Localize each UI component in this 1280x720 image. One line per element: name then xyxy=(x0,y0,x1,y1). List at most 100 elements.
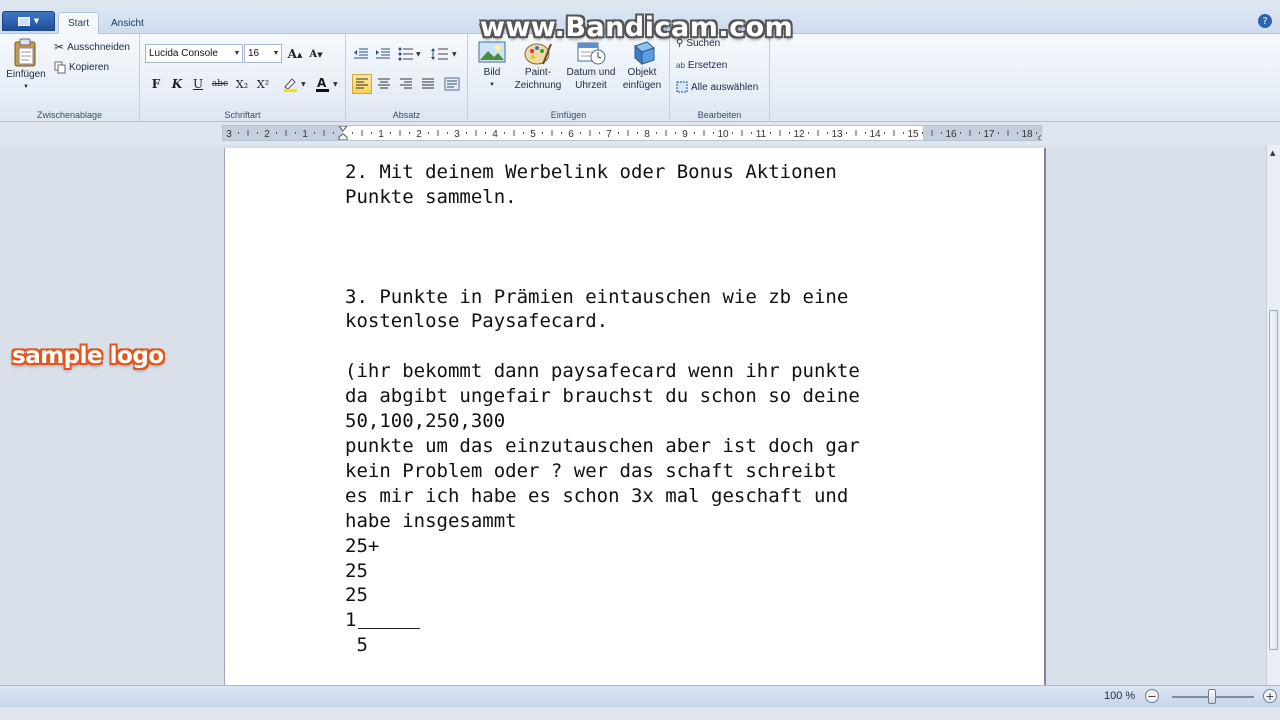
document-line: es mir ich habe es schon 3x mal geschaft… xyxy=(345,484,849,507)
object-icon xyxy=(634,41,655,66)
subscript-button[interactable]: X₂ xyxy=(232,74,252,94)
tab-start[interactable]: Start xyxy=(58,12,100,34)
svg-text:▼: ▼ xyxy=(416,51,421,58)
zoom-level: 100 % xyxy=(1104,690,1136,702)
vertical-scrollbar[interactable]: ▲ xyxy=(1266,145,1280,685)
chevron-down-icon: ▼ xyxy=(233,50,241,57)
decrease-indent-button[interactable] xyxy=(351,44,371,64)
ruler-label: 2 xyxy=(416,129,422,140)
file-menu-button[interactable]: ▼ xyxy=(2,11,55,31)
paragraph-group-label: Absatz xyxy=(392,110,421,120)
svg-text:▼: ▼ xyxy=(452,51,457,58)
editing-group: ⚲ Suchen ab Ersetzen Alle auswählen Bear… xyxy=(670,34,770,122)
font-size-select[interactable]: 16 ▼ xyxy=(244,44,282,63)
date-time-button[interactable]: Datum und Uhrzeit xyxy=(564,40,618,92)
sample-logo: sample logo xyxy=(12,343,164,369)
zoom-out-button[interactable]: − xyxy=(1145,689,1159,703)
document-line: kein Problem oder ? wer das schaft schre… xyxy=(345,459,837,482)
justify-button[interactable] xyxy=(418,74,438,94)
font-color-icon: A ▼ xyxy=(316,76,338,92)
select-all-button[interactable]: Alle auswählen xyxy=(676,81,758,93)
highlighter-icon: ▼ xyxy=(284,78,306,92)
copy-icon xyxy=(54,61,66,74)
clipboard-group-label: Zwischenablage xyxy=(36,110,103,120)
font-color-button[interactable]: A ▼ xyxy=(312,74,342,94)
first-line-indent-marker[interactable] xyxy=(338,126,348,132)
document-text[interactable]: 2. Mit deinem Werbelink oder Bonus Aktio… xyxy=(345,160,985,658)
document-line: 25 xyxy=(345,559,368,582)
document-line: 1 xyxy=(345,608,985,633)
paint-drawing-button[interactable]: Paint- Zeichnung xyxy=(512,40,564,92)
paragraph-dialog-button[interactable] xyxy=(442,74,462,94)
highlight-button[interactable]: ▼ xyxy=(280,74,310,94)
select-all-icon xyxy=(676,81,688,93)
zoom-in-button[interactable]: + xyxy=(1263,689,1277,703)
right-indent-marker[interactable] xyxy=(1038,134,1041,140)
insert-object-button[interactable]: Objekt einfügen xyxy=(618,40,666,92)
increase-indent-button[interactable] xyxy=(373,44,393,64)
italic-button[interactable]: K xyxy=(167,74,187,94)
sum-underline xyxy=(358,628,421,630)
document-icon xyxy=(17,16,30,26)
font-name-value: Lucida Console xyxy=(149,48,218,59)
zoom-slider-thumb[interactable] xyxy=(1208,689,1216,704)
document-line: 2. Mit deinem Werbelink oder Bonus Aktio… xyxy=(345,161,837,183)
clipboard-group: Einfügen ▼ ✂ Ausschneiden Kopieren Zwisc… xyxy=(0,34,140,122)
copy-label: Kopieren xyxy=(69,62,110,73)
superscript-button[interactable]: X² xyxy=(253,74,273,94)
ruler-label: 5 xyxy=(530,129,536,140)
grow-font-button[interactable]: A ▲ xyxy=(285,44,305,64)
help-icon[interactable]: ? xyxy=(1258,14,1272,28)
copy-button[interactable]: Kopieren xyxy=(54,61,109,74)
wordpad-window: ▼ Start Ansicht ? Einfügen ▼ ✂ Ausschnei… xyxy=(0,0,1280,720)
ruler-label: 9 xyxy=(682,129,688,140)
font-group-label: Schriftart xyxy=(224,110,261,120)
justify-icon xyxy=(422,78,434,89)
ruler-label: 3 xyxy=(454,129,460,140)
ruler-label: 3 xyxy=(226,129,232,140)
document-line: 25 xyxy=(345,584,368,607)
insert-picture-button[interactable]: Bild ▼ xyxy=(474,40,510,92)
document-line: (ihr bekommt dann paysafecard wenn ihr p… xyxy=(345,360,860,383)
insert-group-label: Einfügen xyxy=(550,110,587,120)
shrink-font-button[interactable]: A ▼ xyxy=(306,44,326,64)
document-line: habe insgesammt xyxy=(345,509,517,532)
document-page[interactable]: 2. Mit deinem Werbelink oder Bonus Aktio… xyxy=(224,148,1046,688)
left-indent-marker[interactable] xyxy=(338,133,348,140)
underline-button[interactable]: U xyxy=(188,74,208,94)
paste-button[interactable]: Einfügen ▼ xyxy=(4,38,48,94)
tab-ansicht[interactable]: Ansicht xyxy=(102,12,153,34)
insert-picture-label: Bild xyxy=(483,67,501,78)
paste-label: Einfügen xyxy=(6,69,46,80)
horizontal-ruler[interactable]: 3 2 1 1 2 3 4 5 6 7 8 9 10 11 12 13 14 15 16 17 18 xyxy=(222,125,1042,141)
chevron-down-icon: ▼ xyxy=(23,84,29,90)
bold-button[interactable]: F xyxy=(146,74,166,94)
decrease-indent-icon xyxy=(354,48,368,59)
ruler-label: 7 xyxy=(606,129,612,140)
list-button[interactable]: ▼ xyxy=(397,44,425,64)
line-spacing-button[interactable]: ▼ xyxy=(429,44,461,64)
replace-label: Ersetzen xyxy=(687,60,728,71)
strikethrough-button[interactable]: abc xyxy=(210,74,230,94)
document-line: 50,100,250,300 xyxy=(345,410,506,433)
ruler-label: 16 xyxy=(945,129,957,140)
align-center-button[interactable] xyxy=(374,74,394,94)
ruler-label: 6 xyxy=(568,129,574,140)
ruler-label: 1 xyxy=(378,129,384,140)
document-line: da abgibt ungefair brauchst du schon so … xyxy=(345,385,860,408)
ruler-label: 13 xyxy=(831,129,843,140)
align-left-button[interactable] xyxy=(352,74,372,94)
svg-text:▼: ▼ xyxy=(301,81,306,88)
scroll-up-icon[interactable]: ▲ xyxy=(1270,149,1275,157)
cut-label: Ausschneiden xyxy=(67,41,130,53)
scissors-icon: ✂ xyxy=(54,40,65,54)
replace-button[interactable]: ab Ersetzen xyxy=(676,60,727,71)
align-right-button[interactable] xyxy=(396,74,416,94)
paint-palette-icon xyxy=(524,43,552,65)
line-spacing-icon: ▼ xyxy=(431,48,457,60)
font-name-select[interactable]: Lucida Console ▼ xyxy=(145,44,243,63)
cut-button[interactable]: ✂ Ausschneiden xyxy=(54,40,130,54)
scrollbar-thumb[interactable] xyxy=(1269,310,1278,650)
document-line: Punkte sammeln. xyxy=(345,185,517,208)
